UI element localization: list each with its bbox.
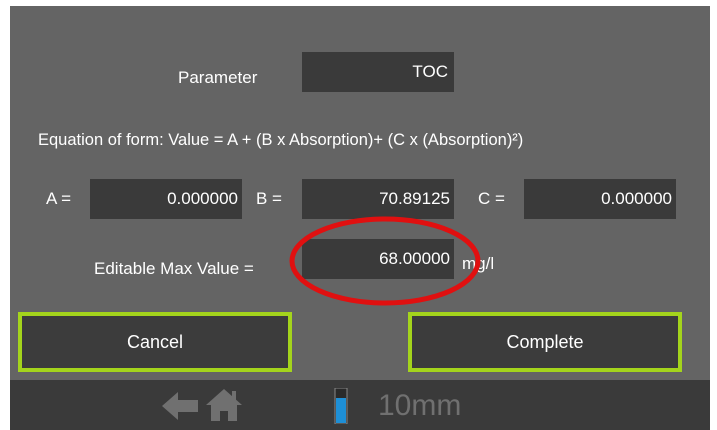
complete-button-label: Complete xyxy=(506,332,584,352)
max-value-unit: mg/l xyxy=(462,254,495,273)
parameter-label: Parameter xyxy=(178,68,258,87)
coefficient-a-label: A = xyxy=(46,189,72,208)
coefficient-b-field[interactable]: 70.89125 xyxy=(302,179,454,219)
max-value-field[interactable]: 68.00000 xyxy=(302,239,454,279)
complete-button[interactable]: Complete xyxy=(408,312,682,372)
coefficient-b-label: B = xyxy=(256,189,282,208)
max-value-label: Editable Max Value = xyxy=(94,259,254,278)
parameter-value-field[interactable]: TOC xyxy=(302,52,454,92)
coefficient-a-field[interactable]: 0.000000 xyxy=(90,179,242,219)
coefficient-c-field[interactable]: 0.000000 xyxy=(524,179,676,219)
coefficient-c-label: C = xyxy=(478,189,505,208)
cancel-button-label: Cancel xyxy=(126,332,184,352)
home-icon[interactable] xyxy=(204,387,244,421)
screen: Parameter TOC Equation of form: Value = … xyxy=(10,6,710,430)
cancel-button[interactable]: Cancel xyxy=(18,312,292,372)
cuvette-icon xyxy=(334,388,348,424)
back-arrow-icon[interactable] xyxy=(160,389,200,423)
cell-size-label: 10mm xyxy=(378,389,462,422)
status-bar: 10mm xyxy=(10,380,710,430)
equation-text: Equation of form: Value = A + (B x Absor… xyxy=(38,131,524,149)
